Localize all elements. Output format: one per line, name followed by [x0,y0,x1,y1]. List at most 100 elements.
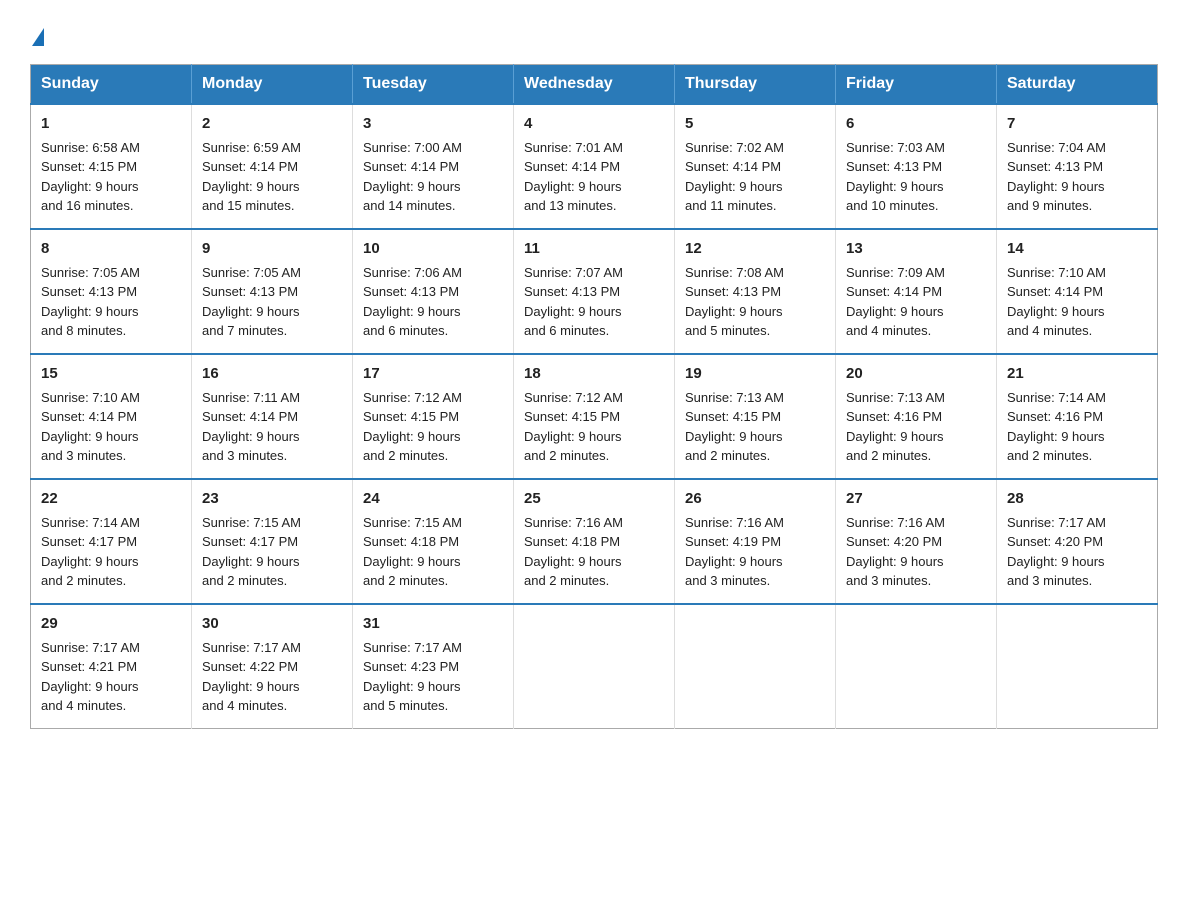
day-info: Sunrise: 7:15 AMSunset: 4:17 PMDaylight:… [202,515,301,589]
day-number: 25 [524,488,664,510]
calendar-cell: 24 Sunrise: 7:15 AMSunset: 4:18 PMDayligh… [353,479,514,604]
calendar-table: SundayMondayTuesdayWednesdayThursdayFrid… [30,64,1158,729]
day-info: Sunrise: 7:12 AMSunset: 4:15 PMDaylight:… [363,390,462,464]
day-info: Sunrise: 7:06 AMSunset: 4:13 PMDaylight:… [363,265,462,339]
day-number: 24 [363,488,503,510]
calendar-cell: 2Sunrise: 6:59 AMSunset: 4:14 PMDaylight… [192,104,353,229]
calendar-cell: 21Sunrise: 7:14 AMSunset: 4:16 PMDayligh… [997,354,1158,479]
calendar-cell: 29 Sunrise: 7:17 AMSunset: 4:21 PMDayligh… [31,604,192,729]
day-number: 15 [41,363,181,385]
calendar-cell: 16 Sunrise: 7:11 AMSunset: 4:14 PMDayligh… [192,354,353,479]
header-thursday: Thursday [675,65,836,105]
day-number: 4 [524,113,664,135]
calendar-cell: 12 Sunrise: 7:08 AMSunset: 4:13 PMDayligh… [675,229,836,354]
calendar-week-row: 29 Sunrise: 7:17 AMSunset: 4:21 PMDayligh… [31,604,1158,729]
day-info: Sunrise: 7:04 AMSunset: 4:13 PMDaylight:… [1007,140,1106,214]
day-info: Sunrise: 7:14 AMSunset: 4:17 PMDaylight:… [41,515,140,589]
day-number: 1 [41,113,181,135]
calendar-cell: 20 Sunrise: 7:13 AMSunset: 4:16 PMDayligh… [836,354,997,479]
day-number: 19 [685,363,825,385]
calendar-cell: 10 Sunrise: 7:06 AMSunset: 4:13 PMDayligh… [353,229,514,354]
day-number: 28 [1007,488,1147,510]
calendar-cell: 11 Sunrise: 7:07 AMSunset: 4:13 PMDayligh… [514,229,675,354]
calendar-cell: 8Sunrise: 7:05 AMSunset: 4:13 PMDaylight… [31,229,192,354]
header-sunday: Sunday [31,65,192,105]
day-info: Sunrise: 7:16 AMSunset: 4:19 PMDaylight:… [685,515,784,589]
calendar-cell: 5 Sunrise: 7:02 AMSunset: 4:14 PMDaylight… [675,104,836,229]
day-info: Sunrise: 7:10 AMSunset: 4:14 PMDaylight:… [1007,265,1106,339]
calendar-week-row: 8Sunrise: 7:05 AMSunset: 4:13 PMDaylight… [31,229,1158,354]
day-number: 9 [202,238,342,260]
calendar-cell: 28 Sunrise: 7:17 AMSunset: 4:20 PMDayligh… [997,479,1158,604]
day-info: Sunrise: 7:08 AMSunset: 4:13 PMDaylight:… [685,265,784,339]
logo [30,28,44,46]
calendar-cell: 4 Sunrise: 7:01 AMSunset: 4:14 PMDaylight… [514,104,675,229]
calendar-cell: 14Sunrise: 7:10 AMSunset: 4:14 PMDayligh… [997,229,1158,354]
calendar-cell: 1 Sunrise: 6:58 AMSunset: 4:15 PMDaylight… [31,104,192,229]
day-number: 11 [524,238,664,260]
day-info: Sunrise: 7:11 AMSunset: 4:14 PMDaylight:… [202,390,300,464]
header-wednesday: Wednesday [514,65,675,105]
day-number: 30 [202,613,342,635]
logo-triangle-icon [32,28,44,46]
day-number: 12 [685,238,825,260]
day-info: Sunrise: 7:07 AMSunset: 4:13 PMDaylight:… [524,265,623,339]
day-number: 22 [41,488,181,510]
day-number: 29 [41,613,181,635]
calendar-week-row: 15Sunrise: 7:10 AMSunset: 4:14 PMDayligh… [31,354,1158,479]
calendar-cell: 3 Sunrise: 7:00 AMSunset: 4:14 PMDaylight… [353,104,514,229]
day-info: Sunrise: 7:05 AMSunset: 4:13 PMDaylight:… [41,265,140,339]
calendar-cell [836,604,997,729]
calendar-cell: 18 Sunrise: 7:12 AMSunset: 4:15 PMDayligh… [514,354,675,479]
calendar-cell: 30 Sunrise: 7:17 AMSunset: 4:22 PMDayligh… [192,604,353,729]
calendar-cell: 17 Sunrise: 7:12 AMSunset: 4:15 PMDayligh… [353,354,514,479]
day-number: 10 [363,238,503,260]
day-info: Sunrise: 7:01 AMSunset: 4:14 PMDaylight:… [524,140,623,214]
day-info: Sunrise: 7:17 AMSunset: 4:23 PMDaylight:… [363,640,462,714]
day-info: Sunrise: 7:00 AMSunset: 4:14 PMDaylight:… [363,140,462,214]
day-info: Sunrise: 7:16 AMSunset: 4:20 PMDaylight:… [846,515,945,589]
day-info: Sunrise: 7:13 AMSunset: 4:15 PMDaylight:… [685,390,784,464]
day-number: 18 [524,363,664,385]
calendar-cell: 23 Sunrise: 7:15 AMSunset: 4:17 PMDayligh… [192,479,353,604]
day-number: 5 [685,113,825,135]
day-number: 3 [363,113,503,135]
day-info: Sunrise: 7:13 AMSunset: 4:16 PMDaylight:… [846,390,945,464]
page-header [30,20,1158,46]
day-number: 2 [202,113,342,135]
day-number: 17 [363,363,503,385]
day-number: 20 [846,363,986,385]
calendar-cell: 6Sunrise: 7:03 AMSunset: 4:13 PMDaylight… [836,104,997,229]
day-info: Sunrise: 7:12 AMSunset: 4:15 PMDaylight:… [524,390,623,464]
day-number: 31 [363,613,503,635]
header-monday: Monday [192,65,353,105]
calendar-cell: 26 Sunrise: 7:16 AMSunset: 4:19 PMDayligh… [675,479,836,604]
day-info: Sunrise: 7:15 AMSunset: 4:18 PMDaylight:… [363,515,462,589]
calendar-cell [514,604,675,729]
calendar-week-row: 1 Sunrise: 6:58 AMSunset: 4:15 PMDaylight… [31,104,1158,229]
calendar-cell: 15Sunrise: 7:10 AMSunset: 4:14 PMDayligh… [31,354,192,479]
calendar-cell: 22 Sunrise: 7:14 AMSunset: 4:17 PMDayligh… [31,479,192,604]
calendar-cell: 25Sunrise: 7:16 AMSunset: 4:18 PMDayligh… [514,479,675,604]
calendar-header-row: SundayMondayTuesdayWednesdayThursdayFrid… [31,65,1158,105]
day-info: Sunrise: 7:17 AMSunset: 4:21 PMDaylight:… [41,640,140,714]
calendar-cell: 31 Sunrise: 7:17 AMSunset: 4:23 PMDayligh… [353,604,514,729]
calendar-cell: 27 Sunrise: 7:16 AMSunset: 4:20 PMDayligh… [836,479,997,604]
header-friday: Friday [836,65,997,105]
day-info: Sunrise: 7:17 AMSunset: 4:20 PMDaylight:… [1007,515,1106,589]
day-number: 16 [202,363,342,385]
day-info: Sunrise: 7:02 AMSunset: 4:14 PMDaylight:… [685,140,784,214]
calendar-cell [675,604,836,729]
day-number: 26 [685,488,825,510]
calendar-cell: 13Sunrise: 7:09 AMSunset: 4:14 PMDayligh… [836,229,997,354]
calendar-cell: 19 Sunrise: 7:13 AMSunset: 4:15 PMDayligh… [675,354,836,479]
calendar-cell [997,604,1158,729]
day-number: 23 [202,488,342,510]
day-number: 13 [846,238,986,260]
day-info: Sunrise: 6:58 AMSunset: 4:15 PMDaylight:… [41,140,140,214]
day-info: Sunrise: 7:14 AMSunset: 4:16 PMDaylight:… [1007,390,1106,464]
calendar-cell: 7Sunrise: 7:04 AMSunset: 4:13 PMDaylight… [997,104,1158,229]
day-info: Sunrise: 7:17 AMSunset: 4:22 PMDaylight:… [202,640,301,714]
header-saturday: Saturday [997,65,1158,105]
day-number: 27 [846,488,986,510]
